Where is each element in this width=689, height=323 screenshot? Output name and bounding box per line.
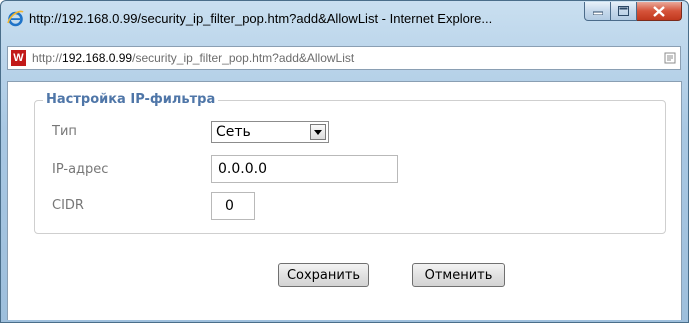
ip-address-label: IP-адрес [52,162,109,177]
maximize-button[interactable] [611,2,637,21]
browser-window: http://192.168.0.99/security_ip_filter_p… [0,0,689,323]
type-label: Тип [52,124,77,139]
ip-filter-fieldset: Настройка IP-фильтра Тип Сеть IP-адрес 0… [34,92,666,234]
chevron-down-icon [314,129,322,135]
save-button[interactable]: Сохранить [278,263,369,287]
address-bar[interactable]: W http://192.168.0.99/security_ip_filter… [7,46,681,70]
beward-logo-icon: W [11,50,26,66]
ip-address-input[interactable]: 0.0.0.0 [211,155,398,183]
url-prefix: http:// [32,51,63,65]
maximize-icon [618,6,629,16]
page-content: Настройка IP-фильтра Тип Сеть IP-адрес 0… [7,81,682,320]
url-text[interactable]: http://192.168.0.99/security_ip_filter_p… [32,51,354,65]
close-icon [653,5,665,17]
title-bar[interactable]: http://192.168.0.99/security_ip_filter_p… [1,1,688,37]
cidr-label: CIDR [52,198,84,213]
cidr-input[interactable]: 0 [211,192,255,220]
minimize-button[interactable] [584,2,611,21]
cancel-button[interactable]: Отменить [412,263,505,287]
url-path: /security_ip_filter_pop.htm?add&AllowLis… [132,51,355,65]
url-host: 192.168.0.99 [62,51,133,65]
close-button[interactable] [637,2,682,21]
fieldset-legend: Настройка IP-фильтра [43,92,219,108]
type-select[interactable]: Сеть [211,121,329,143]
window-title: http://192.168.0.99/security_ip_filter_p… [29,11,493,26]
minimize-icon [592,11,603,15]
type-select-value: Сеть [216,124,251,140]
dropdown-arrow-icon[interactable] [310,124,326,140]
window-controls [584,2,682,22]
compatibility-view-icon[interactable] [664,52,676,64]
internet-explorer-icon [7,10,24,27]
